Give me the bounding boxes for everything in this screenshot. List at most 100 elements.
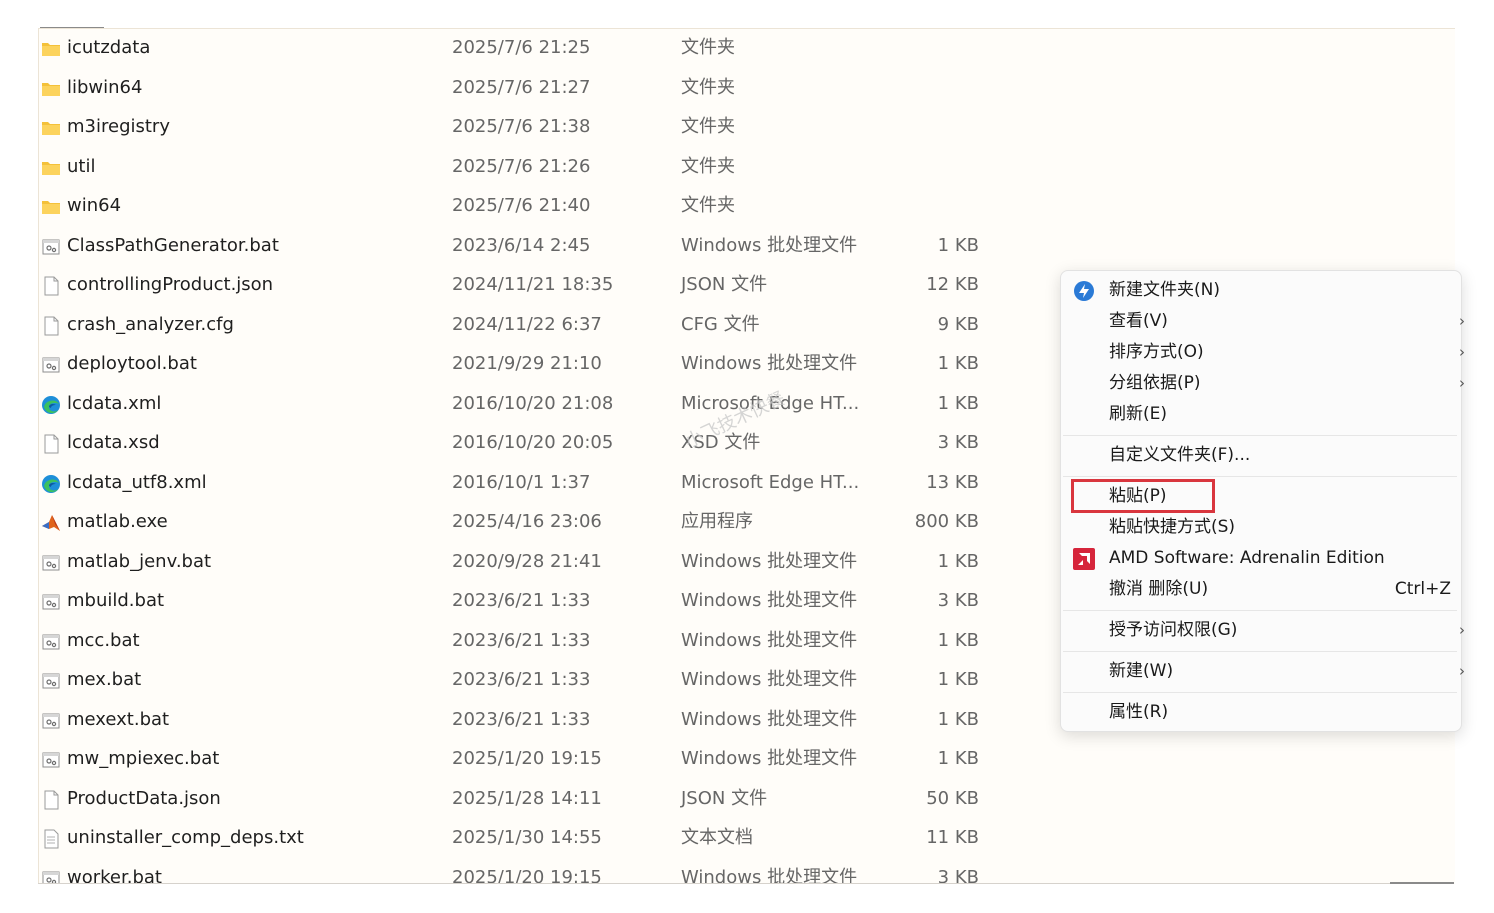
file-size: 3 KB xyxy=(937,432,979,453)
batch-file-icon xyxy=(42,554,60,571)
menu-item-label: 新建文件夹(N) xyxy=(1109,280,1220,300)
file-modified-date: 2025/1/20 19:15 xyxy=(452,748,602,769)
file-modified-date: 2024/11/21 18:35 xyxy=(452,274,614,295)
submenu-arrow-icon: › xyxy=(1459,312,1465,330)
file-row[interactable]: uninstaller_comp_deps.txt 2025/1/30 14:55… xyxy=(39,820,1039,856)
file-name: crash_analyzer.cfg xyxy=(67,313,234,335)
file-row[interactable]: matlab_jenv.bat 2020/9/28 21:41 Windows 批处… xyxy=(39,544,1039,580)
file-modified-date: 2023/6/21 1:33 xyxy=(452,669,591,690)
file-row[interactable]: crash_analyzer.cfg 2024/11/22 6:37 CFG 文件 9… xyxy=(39,307,1039,343)
file-name: m3iregistry xyxy=(67,116,170,137)
file-row[interactable]: mbuild.bat 2023/6/21 1:33 Windows 批处理文件 3 K… xyxy=(39,583,1039,619)
file-size: 3 KB xyxy=(937,590,979,611)
menu-item-label: AMD Software: Adrenalin Edition xyxy=(1109,548,1385,568)
file-modified-date: 2024/11/22 6:37 xyxy=(452,313,602,335)
menu-item-give-access[interactable]: 授予访问权限(G) › xyxy=(1061,615,1465,646)
submenu-arrow-icon: › xyxy=(1459,374,1465,392)
file-modified-date: 2023/6/21 1:33 xyxy=(452,629,591,651)
menu-item-undo-delete[interactable]: 撤消 删除(U) Ctrl+Z xyxy=(1061,574,1461,605)
menu-separator xyxy=(1063,435,1457,436)
file-size: 800 KB xyxy=(914,511,979,532)
file-modified-date: 2025/7/6 21:38 xyxy=(452,116,591,137)
file-size xyxy=(879,109,979,145)
file-modified-date: 2025/7/6 21:25 xyxy=(452,37,591,58)
file-row[interactable]: lcdata.xsd 2016/10/20 20:05 XSD 文件 3 KB xyxy=(39,425,1039,461)
file-row[interactable]: controllingProduct.json 2024/11/21 18:35 J… xyxy=(39,267,1039,303)
file-name: matlab.exe xyxy=(67,511,168,532)
new-folder-icon xyxy=(1074,281,1094,301)
window-edge-marker xyxy=(1390,882,1454,884)
menu-item-paste-shortcut[interactable]: 粘贴快捷方式(S) xyxy=(1061,512,1461,543)
file-name: mexext.bat xyxy=(67,708,170,730)
menu-item-paste[interactable]: 粘贴(P) xyxy=(1061,481,1461,512)
folder-icon xyxy=(42,122,60,135)
file-modified-date: 2021/9/29 21:10 xyxy=(452,353,602,374)
file-row[interactable]: ClassPathGenerator.bat 2023/6/14 2:45 Wind… xyxy=(39,228,1039,264)
file-type: 文件夹 xyxy=(681,37,735,58)
file-size: 12 KB xyxy=(926,274,979,295)
file-row[interactable]: worker.bat 2025/1/20 19:15 Windows 批处理文件 3 … xyxy=(39,860,1039,885)
file-modified-date: 2025/7/6 21:40 xyxy=(452,195,591,216)
submenu-arrow-icon: › xyxy=(1459,662,1465,680)
file-name: ProductData.json xyxy=(67,787,221,809)
file-row[interactable]: mcc.bat 2023/6/21 1:33 Windows 批处理文件 1 KB xyxy=(39,623,1039,659)
menu-item-shortcut: Ctrl+Z xyxy=(1394,579,1451,599)
file-type: Windows 批处理文件 xyxy=(681,550,858,572)
file-type: 文件夹 xyxy=(681,195,735,216)
file-row[interactable]: m3iregistry 2025/7/6 21:38 文件夹 xyxy=(39,109,1039,145)
file-row[interactable]: libwin64 2025/7/6 21:27 文件夹 xyxy=(39,70,1039,106)
window-bottom-border xyxy=(38,883,1454,884)
menu-separator xyxy=(1063,692,1457,693)
menu-item-label: 授予访问权限(G) xyxy=(1109,620,1238,640)
menu-item-properties[interactable]: 属性(R) xyxy=(1061,697,1461,728)
menu-separator xyxy=(1063,651,1457,652)
menu-item-amd-software[interactable]: AMD Software: Adrenalin Edition xyxy=(1061,543,1461,574)
file-name: matlab_jenv.bat xyxy=(67,550,212,572)
file-icon xyxy=(44,434,59,454)
file-name: lcdata.xml xyxy=(67,392,162,414)
file-row[interactable]: deploytool.bat 2021/9/29 21:10 Windows 批处理… xyxy=(39,346,1039,382)
file-row[interactable]: lcdata_utf8.xml 2016/10/1 1:37 Microsoft E… xyxy=(39,465,1039,501)
file-row[interactable]: mexext.bat 2023/6/21 1:33 Windows 批处理文件 1 K… xyxy=(39,702,1039,738)
file-row[interactable]: ProductData.json 2025/1/28 14:11 JSON 文件 50… xyxy=(39,781,1039,817)
file-type: Windows 批处理文件 xyxy=(681,866,858,885)
menu-item-sort-by[interactable]: 排序方式(O) › xyxy=(1061,337,1465,368)
file-type: 应用程序 xyxy=(681,511,753,532)
file-type: Windows 批处理文件 xyxy=(681,353,858,374)
file-size: 3 KB xyxy=(937,866,979,885)
menu-item-refresh[interactable]: 刷新(E) xyxy=(1061,399,1461,430)
file-type: JSON 文件 xyxy=(681,787,768,809)
menu-item-customize-folder[interactable]: 自定义文件夹(F)... xyxy=(1061,440,1461,471)
file-row[interactable]: win64 2025/7/6 21:40 文件夹 xyxy=(39,188,1039,224)
menu-item-new-folder[interactable]: 新建文件夹(N) xyxy=(1061,275,1461,306)
file-row[interactable]: icutzdata 2025/7/6 21:25 文件夹 xyxy=(39,30,1039,66)
file-size: 1 KB xyxy=(937,234,979,256)
file-size: 13 KB xyxy=(926,471,979,493)
menu-item-new[interactable]: 新建(W) › xyxy=(1061,656,1465,687)
file-modified-date: 2016/10/1 1:37 xyxy=(452,471,591,493)
file-modified-date: 2025/7/6 21:26 xyxy=(452,155,591,177)
file-type: Windows 批处理文件 xyxy=(681,748,858,769)
menu-separator xyxy=(1063,476,1457,477)
file-icon xyxy=(44,316,59,335)
menu-item-view[interactable]: 查看(V) › xyxy=(1061,306,1465,337)
file-name: lcdata.xsd xyxy=(67,432,160,453)
file-row[interactable]: lcdata.xml 2016/10/20 21:08 Microsoft Edge… xyxy=(39,386,1039,422)
file-row[interactable]: mw_mpiexec.bat 2025/1/20 19:15 Windows 批处理… xyxy=(39,741,1039,777)
file-name: controllingProduct.json xyxy=(67,274,274,295)
file-row[interactable]: matlab.exe 2025/4/16 23:06 应用程序 800 KB xyxy=(39,504,1039,540)
file-name: deploytool.bat xyxy=(67,353,197,374)
folder-icon xyxy=(42,82,60,96)
menu-item-group-by[interactable]: 分组依据(P) › xyxy=(1061,368,1465,399)
file-size: 1 KB xyxy=(937,353,979,374)
file-size xyxy=(879,70,979,106)
file-row[interactable]: util 2025/7/6 21:26 文件夹 xyxy=(39,149,1039,185)
file-type: Windows 批处理文件 xyxy=(681,669,858,690)
file-size xyxy=(879,188,979,224)
batch-file-icon xyxy=(42,357,60,373)
batch-file-icon xyxy=(42,594,60,610)
file-row[interactable]: mex.bat 2023/6/21 1:33 Windows 批处理文件 1 KB xyxy=(39,662,1039,698)
file-modified-date: 2025/1/20 19:15 xyxy=(452,866,602,885)
folder-icon xyxy=(42,201,60,214)
menu-item-label: 刷新(E) xyxy=(1109,404,1168,424)
